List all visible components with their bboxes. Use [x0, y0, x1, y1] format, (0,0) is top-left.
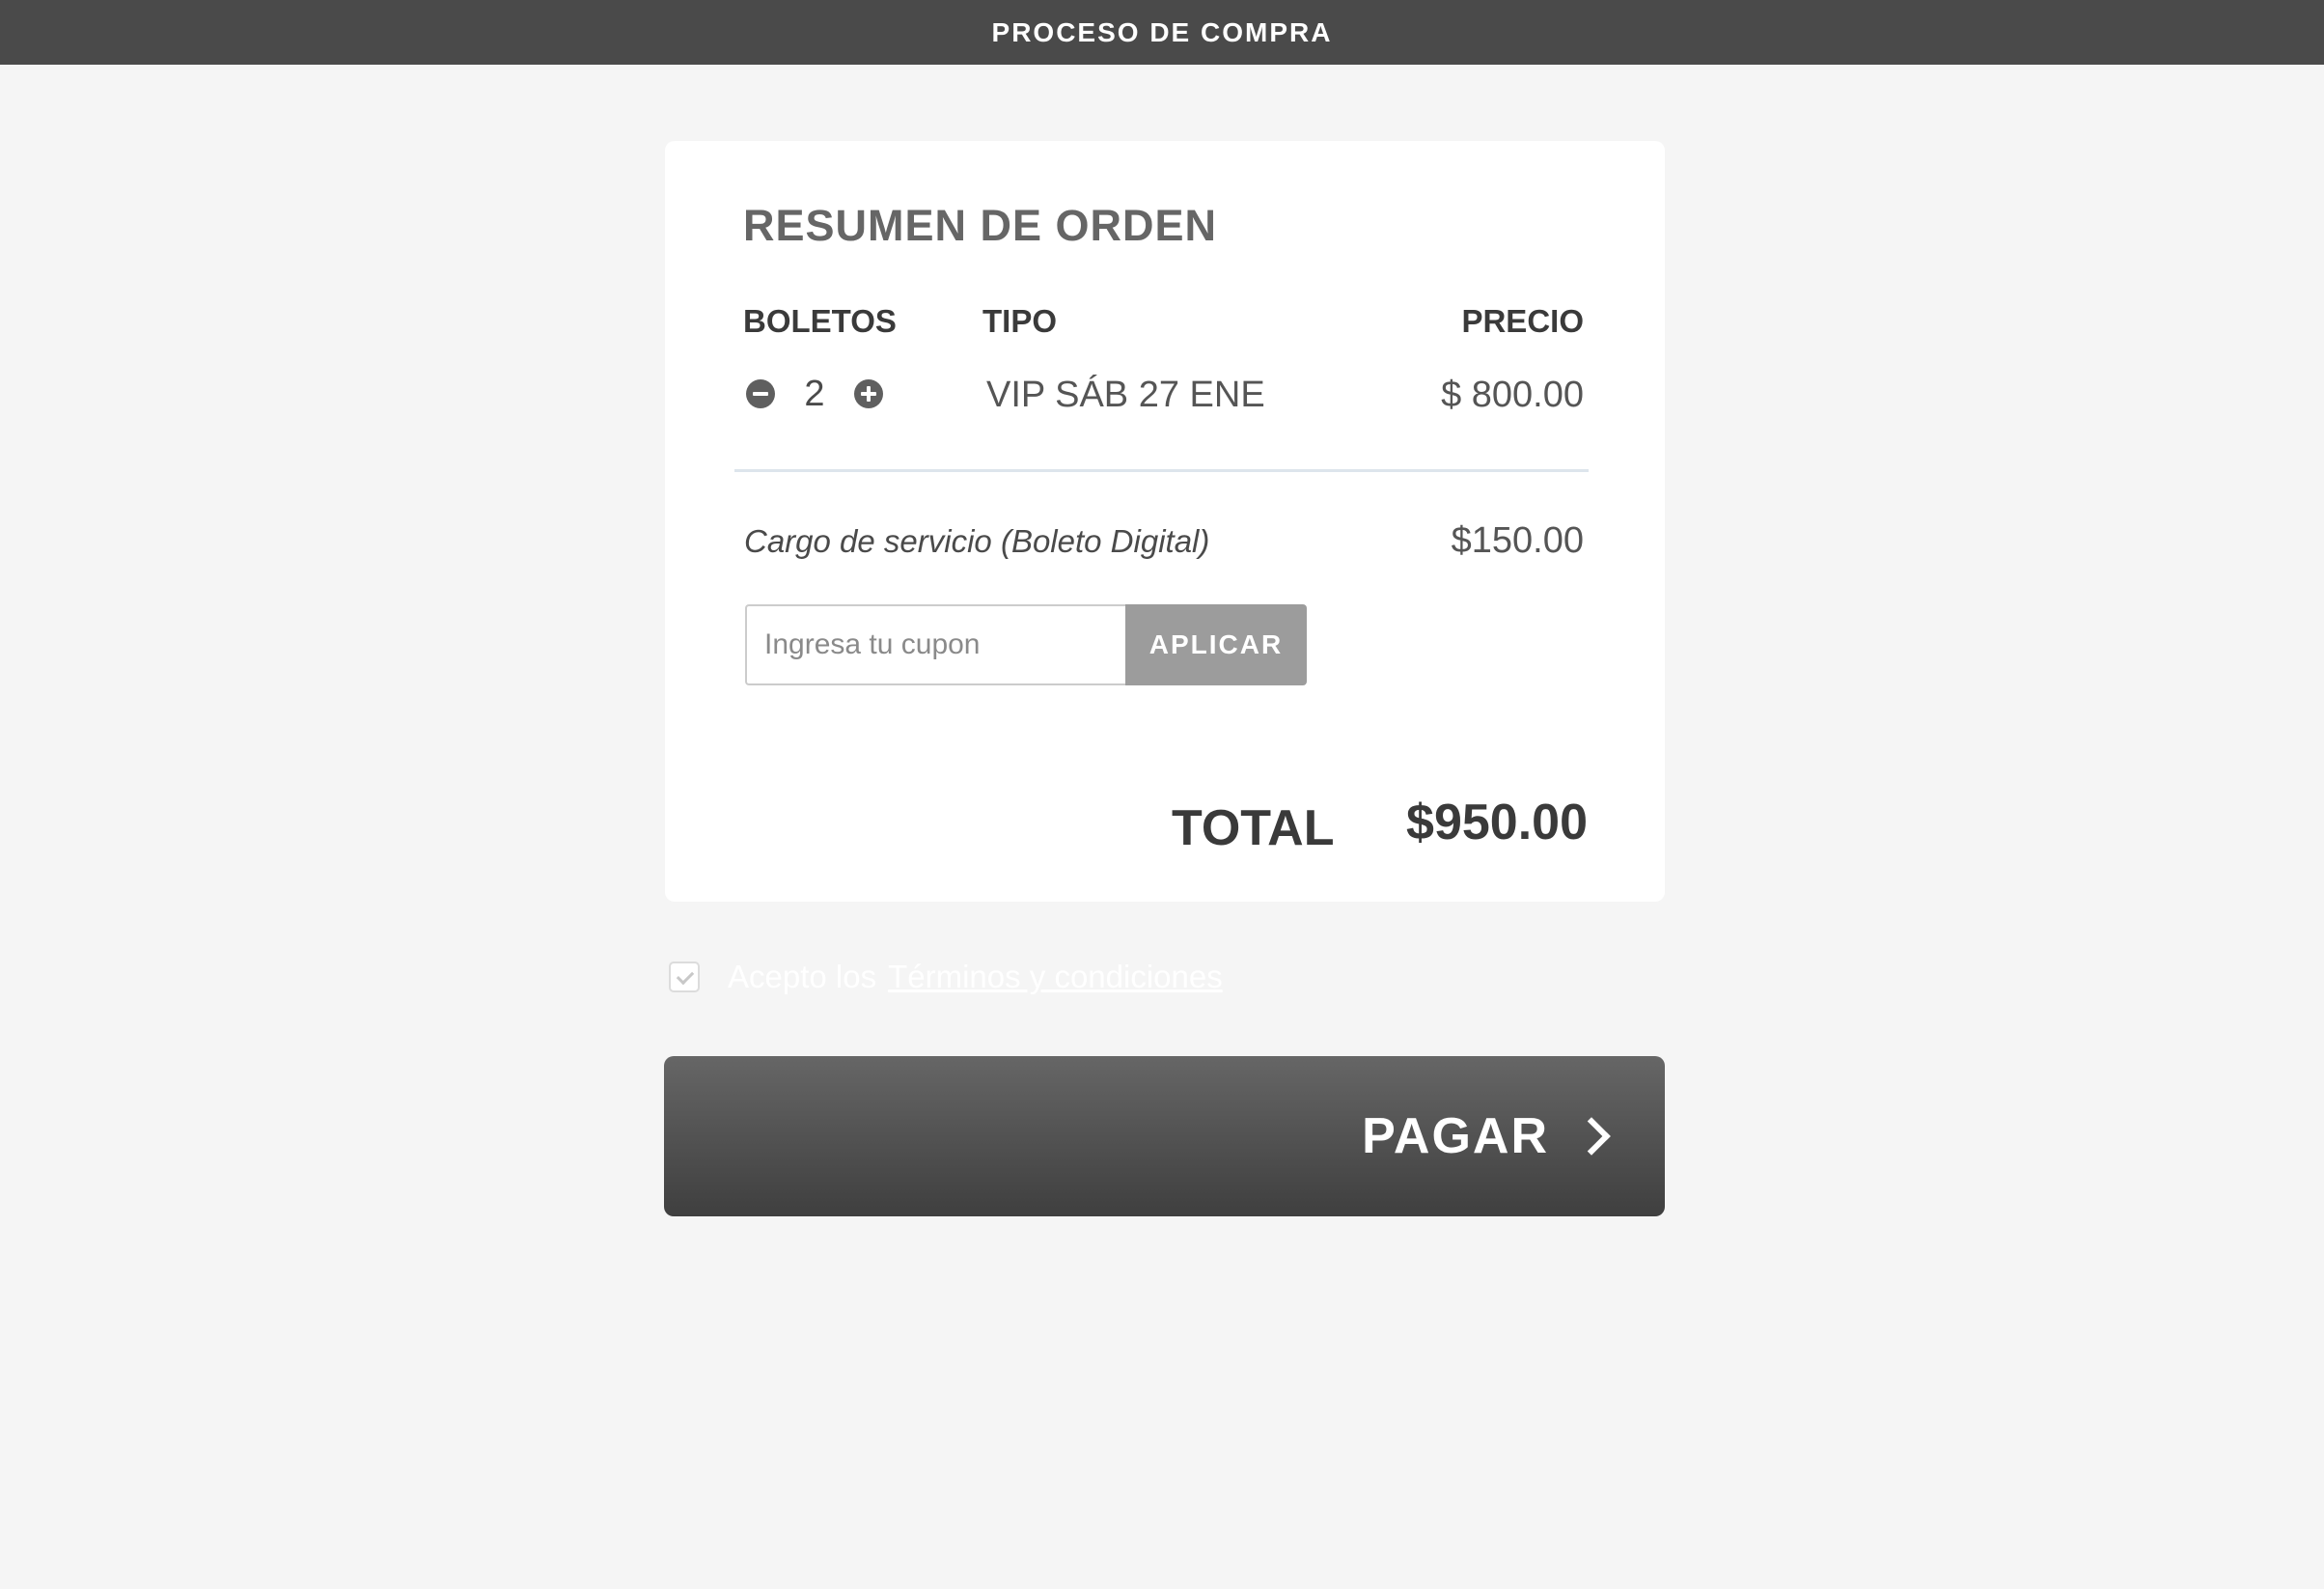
page-title: PROCESO DE COMPRA	[991, 16, 1333, 47]
service-fee-value: $150.00	[1451, 520, 1584, 561]
terms-link[interactable]: Términos y condiciones	[888, 959, 1223, 995]
service-fee-label: Cargo de servicio (Boleto Digital)	[744, 523, 1210, 559]
ticket-price: $ 800.00	[1441, 375, 1584, 415]
plus-glyph-vertical	[867, 386, 871, 402]
order-summary-card: RESUMEN DE ORDEN BOLETOS TIPO PRECIO 2 V…	[665, 141, 1665, 902]
total-value: $950.00	[1406, 794, 1588, 850]
terms-checkbox[interactable]	[669, 962, 700, 992]
coupon-input[interactable]	[745, 604, 1125, 685]
column-header-price: PRECIO	[1461, 303, 1584, 339]
plus-circle-icon[interactable]	[854, 379, 883, 408]
order-summary-title: RESUMEN DE ORDEN	[743, 201, 1218, 250]
ticket-quantity: 2	[804, 373, 825, 414]
pay-button-label: PAGAR	[1362, 1108, 1549, 1164]
apply-coupon-button[interactable]: APLICAR	[1125, 604, 1307, 685]
coupon-form: APLICAR	[745, 604, 1307, 685]
terms-row: Acepto los Términos y condiciones	[669, 959, 1223, 995]
divider	[734, 469, 1589, 472]
top-bar: PROCESO DE COMPRA	[0, 0, 2324, 65]
ticket-type: VIP SÁB 27 ENE	[986, 375, 1265, 415]
minus-glyph	[753, 392, 768, 396]
quantity-stepper: 2	[746, 373, 883, 414]
column-header-type: TIPO	[982, 303, 1058, 339]
chevron-right-icon	[1572, 1117, 1611, 1156]
check-icon	[676, 966, 695, 986]
total-label: TOTAL	[1172, 800, 1335, 856]
column-header-tickets: BOLETOS	[743, 303, 897, 339]
terms-text: Acepto los	[728, 959, 877, 994]
minus-circle-icon[interactable]	[746, 379, 775, 408]
pay-button[interactable]: PAGAR	[664, 1056, 1665, 1216]
